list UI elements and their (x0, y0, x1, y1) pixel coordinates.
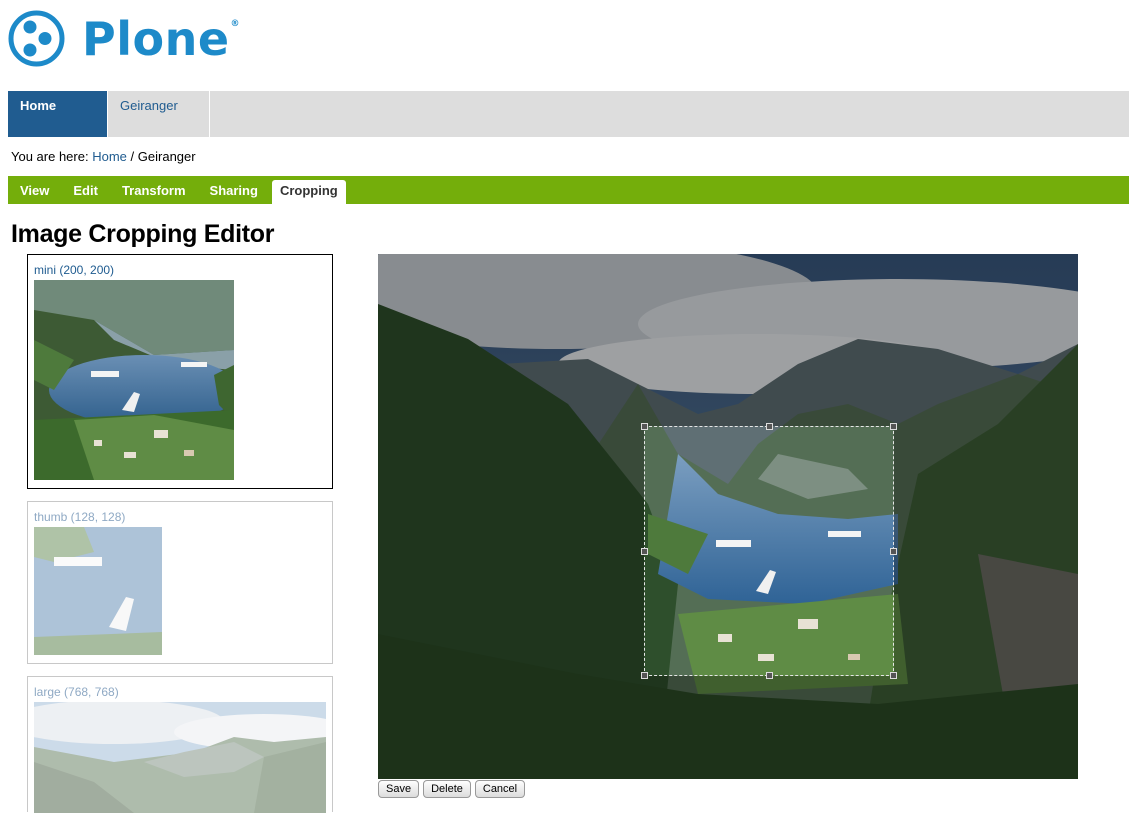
tab-transform[interactable]: Transform (110, 182, 198, 204)
scale-item-large[interactable]: large (768, 768) (27, 676, 333, 813)
content-views: View Edit Transform Sharing Cropping (8, 176, 1129, 204)
scale-preview-image (34, 527, 162, 655)
tab-edit[interactable]: Edit (61, 182, 110, 204)
scale-label: large (768, 768) (34, 685, 119, 699)
tab-view[interactable]: View (8, 182, 61, 204)
breadcrumb-current: Geiranger (137, 149, 196, 164)
scale-item-thumb[interactable]: thumb (128, 128) (27, 501, 333, 664)
save-button[interactable]: Save (378, 780, 420, 798)
breadcrumb-separator: / (130, 149, 135, 164)
breadcrumb-prefix: You are here: (11, 149, 89, 164)
portal-navigation: Home Geiranger (8, 91, 1129, 137)
scale-preview-image (34, 702, 326, 813)
crop-handle-nw[interactable] (641, 423, 648, 430)
logo-text: Plone® (82, 11, 241, 66)
page-title: Image Cropping Editor (11, 220, 275, 248)
tab-sharing[interactable]: Sharing (198, 182, 270, 204)
editor-buttons: Save Delete Cancel (378, 780, 526, 798)
plone-logo-icon (8, 10, 65, 67)
scale-preview-image (34, 280, 234, 480)
crop-handle-e[interactable] (890, 548, 897, 555)
scale-label: mini (200, 200) (34, 263, 115, 277)
crop-handle-s[interactable] (766, 672, 773, 679)
crop-handle-w[interactable] (641, 548, 648, 555)
crop-handle-sw[interactable] (641, 672, 648, 679)
scale-item-mini[interactable]: mini (200, 200) (27, 254, 333, 489)
cancel-button[interactable]: Cancel (474, 780, 526, 798)
crop-selection[interactable] (641, 423, 897, 679)
breadcrumb: You are here: Home / Geiranger (11, 149, 196, 164)
portal-tab-home[interactable]: Home (8, 91, 108, 137)
crop-handle-se[interactable] (890, 672, 897, 679)
plone-logo[interactable]: Plone® (8, 10, 240, 67)
crop-handle-n[interactable] (766, 423, 773, 430)
delete-button[interactable]: Delete (423, 780, 471, 798)
breadcrumb-home-link[interactable]: Home (92, 149, 127, 164)
scale-label: thumb (128, 128) (34, 510, 126, 524)
tab-cropping[interactable]: Cropping (271, 180, 346, 204)
portal-tab-geiranger[interactable]: Geiranger (108, 91, 210, 137)
crop-handle-ne[interactable] (890, 423, 897, 430)
crop-editor-image[interactable] (378, 254, 1078, 779)
